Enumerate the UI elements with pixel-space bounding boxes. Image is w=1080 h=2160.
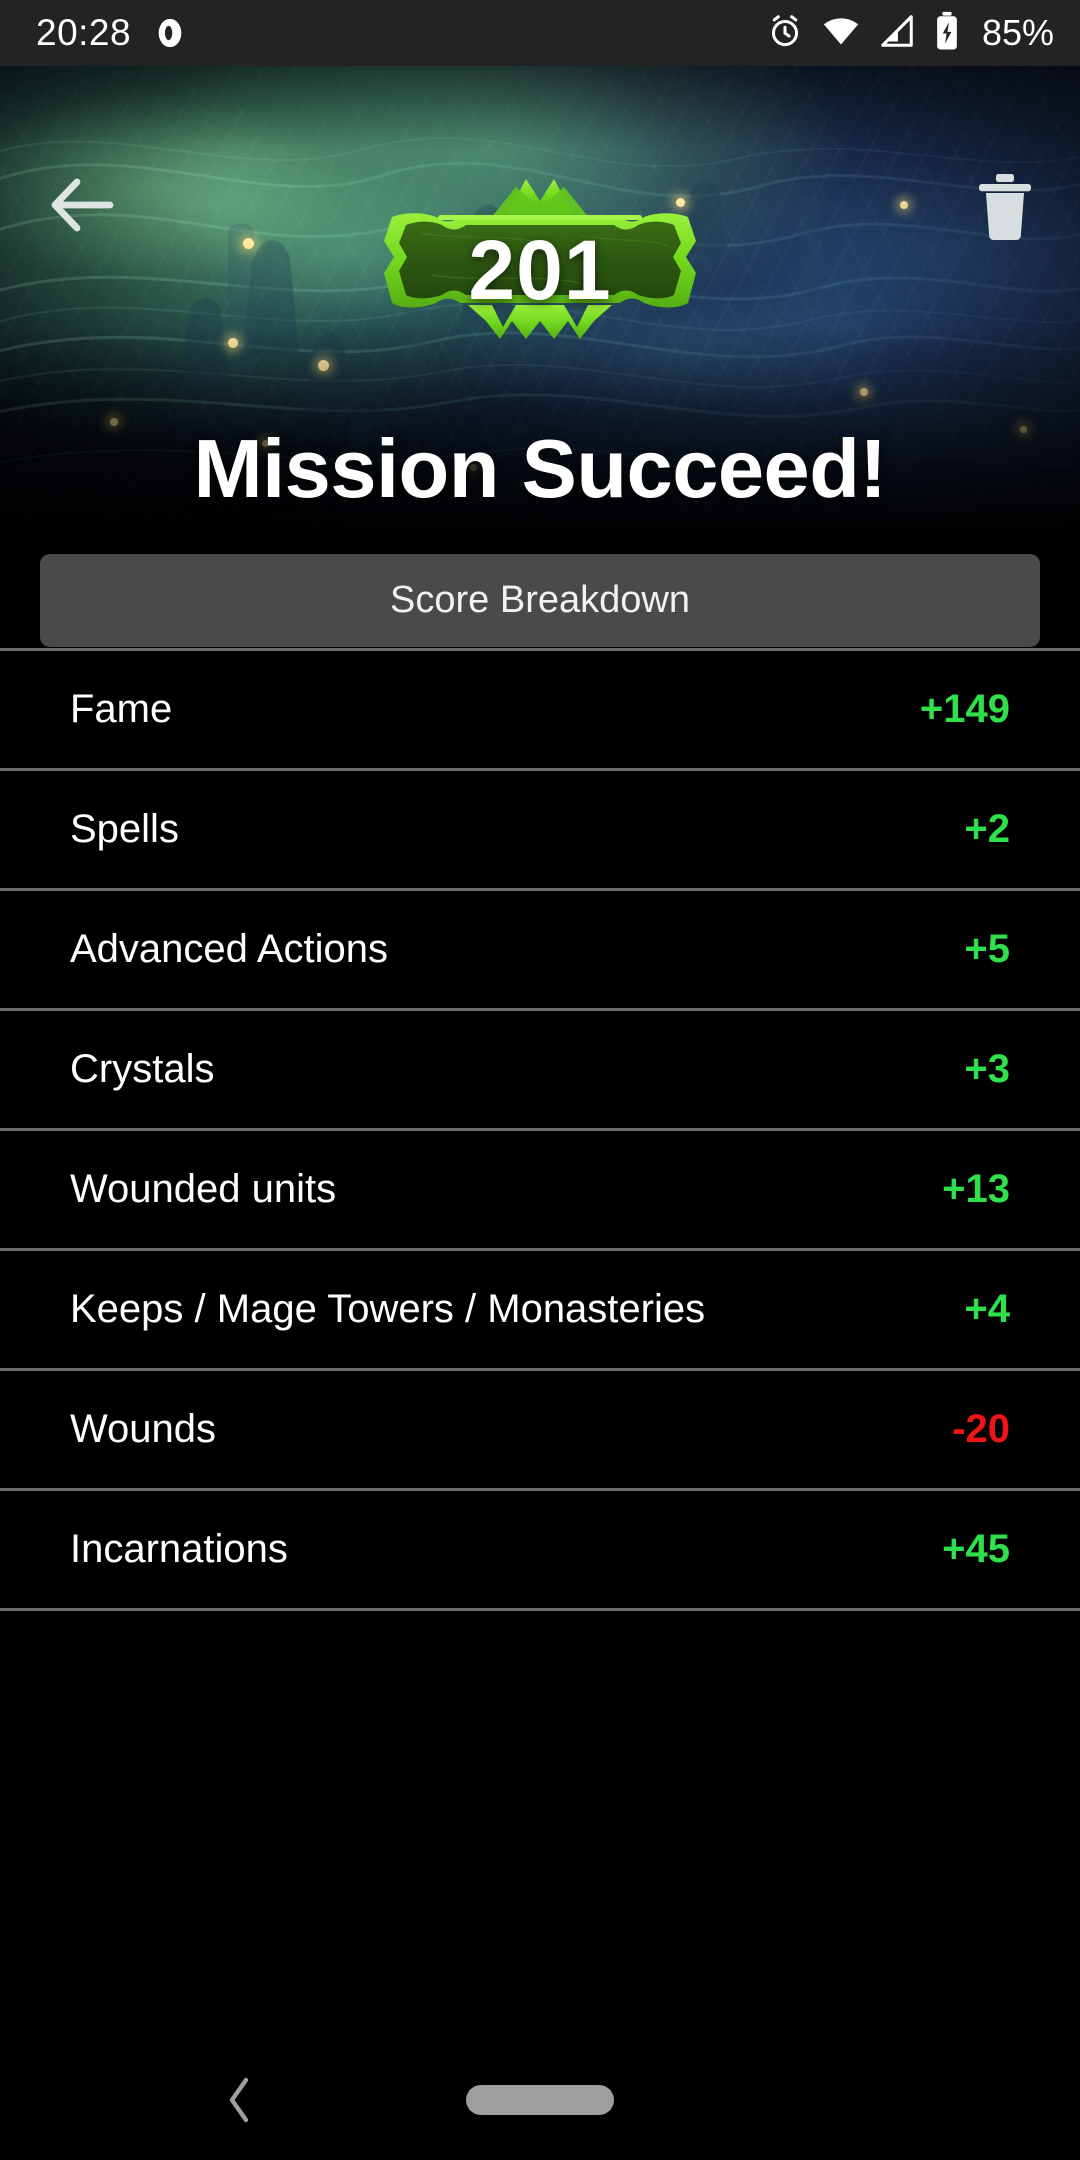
score-breakdown-header-button[interactable]: Score Breakdown [40,554,1040,647]
notification-dot-icon [153,16,187,50]
row-value: +149 [919,687,1010,731]
alarm-icon [766,12,804,55]
phone-screen: 20:28 85% 201 Mission Succeed! Score Bre… [0,0,1080,2160]
row-value: -20 [952,1407,1010,1451]
row-label: Advanced Actions [70,927,388,971]
table-row[interactable]: Spells +2 [0,771,1080,888]
row-label: Spells [70,807,179,851]
row-value: +5 [964,927,1010,971]
back-button[interactable] [48,174,120,236]
nav-back-chevron-icon [229,2077,249,2123]
row-label: Keeps / Mage Towers / Monasteries [70,1287,706,1331]
row-divider [0,1608,1080,1611]
back-arrow-icon [51,178,114,232]
status-bar: 20:28 85% [0,0,1080,66]
table-row[interactable]: Wounds -20 [0,1371,1080,1488]
row-label: Wounds [70,1407,217,1451]
wifi-icon [821,12,861,55]
battery-charging-icon [933,11,961,56]
table-row[interactable]: Advanced Actions +5 [0,891,1080,1008]
row-value: +45 [942,1527,1010,1571]
row-label: Incarnations [70,1527,288,1571]
table-row[interactable]: Wounded units +13 [0,1131,1080,1248]
row-value: +4 [964,1287,1010,1331]
row-value: +3 [964,1047,1010,1091]
battery-percent-label: 85% [981,12,1054,53]
row-label: Crystals [70,1047,215,1091]
score-breakdown-list: Fame +149 Spells +2 Advanced Actions +5 Crysta… [0,648,1080,1611]
score-breakdown-label: Score Breakdown [390,579,690,621]
row-value: +2 [964,807,1010,851]
table-row[interactable]: Keeps / Mage Towers / Monasteries +4 [0,1251,1080,1368]
row-label: Wounded units [70,1167,337,1211]
table-row[interactable]: Incarnations +45 [0,1491,1080,1608]
system-navigation-bar [0,2040,1080,2160]
nav-back-button[interactable] [210,2070,270,2130]
hero-banner: 201 Mission Succeed! [0,66,1080,530]
score-value: 201 [468,222,612,317]
table-row[interactable]: Fame +149 [0,651,1080,768]
delete-button[interactable] [974,171,1036,241]
trash-icon [979,174,1031,241]
mission-result-title: Mission Succeed! [193,422,887,515]
row-value: +13 [942,1167,1010,1211]
row-label: Fame [70,687,173,731]
table-row[interactable]: Crystals +3 [0,1011,1080,1128]
status-bar-clock: 20:28 [36,12,132,53]
status-bar-icons: 85% [766,11,1054,56]
cellular-signal-icon [878,12,916,55]
nav-home-pill-icon[interactable] [466,2085,614,2115]
score-badge: 201 [340,171,740,351]
